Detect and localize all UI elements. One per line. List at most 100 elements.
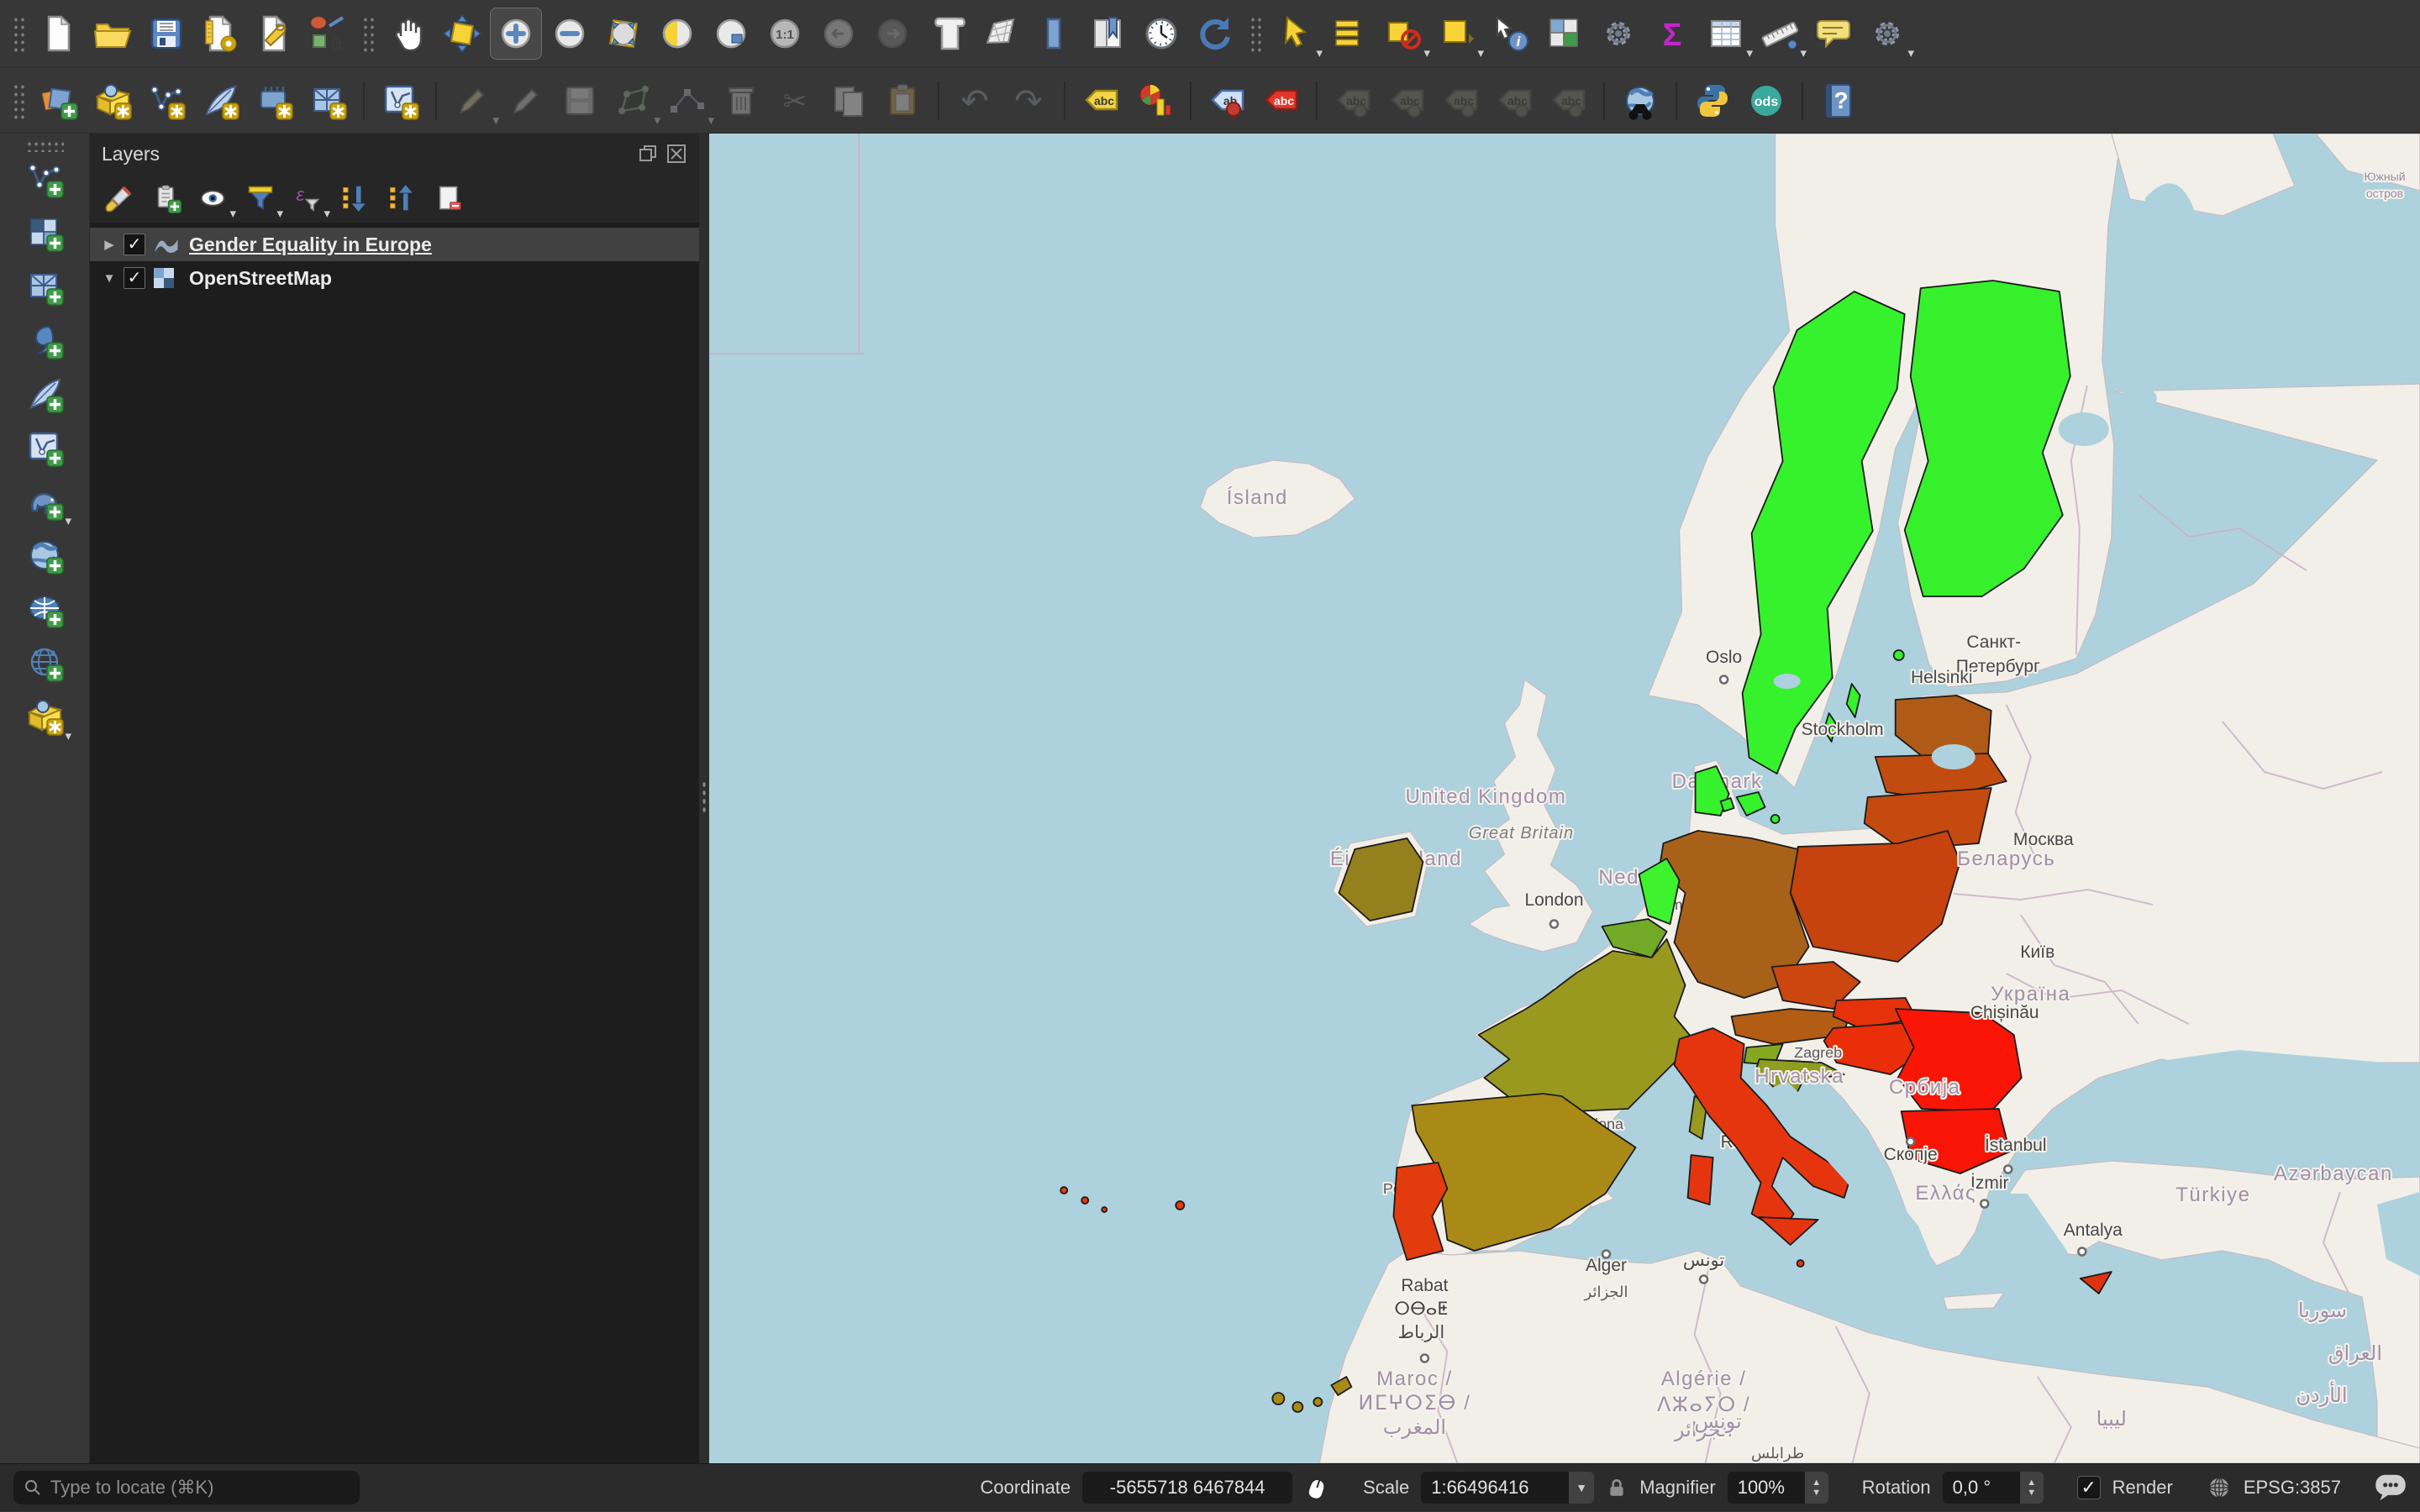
layer-row-1[interactable]: ▼✓OpenStreetMap xyxy=(90,261,699,295)
filter-legend-button[interactable]: ▾ xyxy=(239,176,282,220)
panel-splitter[interactable] xyxy=(699,134,709,1463)
layer-styling-button[interactable] xyxy=(97,176,141,220)
new-temporary-scratch-layer-button[interactable] xyxy=(194,75,246,127)
data-source-manager-button[interactable] xyxy=(33,75,85,127)
layer-diagram-button[interactable] xyxy=(1128,75,1181,127)
new-geopackage-layer-button[interactable] xyxy=(87,75,139,127)
new-3d-map-view-button[interactable] xyxy=(974,8,1026,60)
save-project-button[interactable] xyxy=(140,8,192,60)
magnifier-spinner[interactable]: 100% ▲▼ xyxy=(1728,1472,1828,1504)
paste-features-button[interactable] xyxy=(876,75,929,127)
show-layout-manager-button[interactable] xyxy=(248,8,300,60)
lock-icon[interactable] xyxy=(1606,1475,1628,1500)
layer-row-0[interactable]: ▶✓Gender Equality in Europe xyxy=(90,228,699,261)
add-mesh-layer-button[interactable] xyxy=(18,260,71,312)
feature-action-button[interactable] xyxy=(1592,8,1644,60)
messages-icon[interactable] xyxy=(2375,1473,2407,1502)
new-virtual-layer-button[interactable] xyxy=(248,75,300,127)
pan-to-selection-button[interactable] xyxy=(436,8,488,60)
new-map-view-button[interactable] xyxy=(920,8,972,60)
select-all-button[interactable]: ▾ xyxy=(1431,8,1483,60)
select-features-button[interactable]: ▾ xyxy=(1270,8,1322,60)
show-statistics-button[interactable]: Σ xyxy=(1646,8,1698,60)
render-checkbox[interactable]: ✓ xyxy=(2077,1476,2101,1499)
add-wfs-layer-button[interactable] xyxy=(18,637,71,689)
new-project-button[interactable] xyxy=(33,8,85,60)
pan-map-button[interactable] xyxy=(382,8,434,60)
locate-input[interactable]: Type to locate (⌘K) xyxy=(13,1471,360,1504)
show-spatial-bookmarks-button[interactable] xyxy=(1081,8,1134,60)
new-mesh-layer-button[interactable] xyxy=(302,75,354,127)
add-group-button[interactable] xyxy=(145,176,188,220)
save-edits-button[interactable] xyxy=(554,75,606,127)
help-button[interactable]: ? xyxy=(1812,75,1865,127)
float-panel-button[interactable] xyxy=(637,143,659,165)
map-tips-button[interactable] xyxy=(1807,8,1860,60)
zoom-in-button[interactable] xyxy=(490,8,542,60)
current-edits-button[interactable]: ▾ xyxy=(446,75,498,127)
change-label-button[interactable]: abc xyxy=(1542,75,1594,127)
temporal-controller-button[interactable] xyxy=(1135,8,1187,60)
add-delimited-text-layer-button[interactable] xyxy=(18,314,71,366)
undo-button[interactable]: ↶ xyxy=(949,75,1001,127)
filter-by-expression-button[interactable]: ε▾ xyxy=(286,176,329,220)
identify-features-button[interactable]: i xyxy=(1485,8,1537,60)
zoom-last-button[interactable] xyxy=(813,8,865,60)
pin-labels-button[interactable]: ab xyxy=(1201,75,1253,127)
new-geopackage-button[interactable]: ▾ xyxy=(18,690,71,743)
layer-labeling-button[interactable]: abc xyxy=(1075,75,1127,127)
deselect-features-button[interactable]: ▾ xyxy=(1377,8,1429,60)
rotate-label-button[interactable]: abc xyxy=(1488,75,1540,127)
layer-checkbox[interactable]: ✓ xyxy=(124,234,145,255)
options-button[interactable]: ▾ xyxy=(1861,8,1913,60)
redo-button[interactable]: ↷ xyxy=(1002,75,1055,127)
expand-all-button[interactable] xyxy=(333,176,376,220)
layer-label[interactable]: Gender Equality in Europe xyxy=(189,234,432,256)
map-canvas[interactable]: Éire / IrelandDanmarkNederlandHamburgBer… xyxy=(709,134,2420,1463)
coordinate-input[interactable]: -5655718 6467844 xyxy=(1082,1472,1292,1504)
refresh-map-button[interactable] xyxy=(1189,8,1241,60)
cut-features-button[interactable]: ✂ xyxy=(769,75,821,127)
add-vector-layer-button[interactable] xyxy=(18,153,71,205)
add-virtual-layer-button[interactable] xyxy=(18,422,71,474)
copy-features-button[interactable] xyxy=(823,75,875,127)
layer-label[interactable]: OpenStreetMap xyxy=(189,267,332,290)
new-print-layout-button[interactable] xyxy=(194,8,246,60)
measure-button[interactable]: ▾ xyxy=(1754,8,1806,60)
crs-globe-icon[interactable] xyxy=(2207,1475,2232,1500)
style-manager-button[interactable]: a xyxy=(302,8,354,60)
crs-value[interactable]: EPSG:3857 xyxy=(2244,1477,2341,1499)
statistical-summary-button[interactable] xyxy=(1539,8,1591,60)
python-console-button[interactable] xyxy=(1686,75,1739,127)
add-raster-layer-button[interactable] xyxy=(18,207,71,259)
zoom-full-button[interactable] xyxy=(597,8,650,60)
new-spatial-bookmark-button[interactable] xyxy=(1028,8,1080,60)
extents-toggle-icon[interactable] xyxy=(1304,1473,1329,1502)
move-label-diagram-button[interactable]: abc xyxy=(1434,75,1486,127)
collapse-all-button[interactable] xyxy=(380,176,424,220)
zoom-next-button[interactable] xyxy=(866,8,918,60)
zoom-native-button[interactable]: 1:1 xyxy=(759,8,811,60)
rotation-spinner[interactable]: 0,0 ° ▲▼ xyxy=(1943,1472,2044,1504)
new-gpx-layer-button[interactable] xyxy=(374,75,426,127)
new-shapefile-layer-button[interactable] xyxy=(140,75,192,127)
add-spatialite-layer-button[interactable] xyxy=(18,368,71,420)
vertex-tool-button[interactable]: ▾ xyxy=(661,75,713,127)
move-label-button[interactable]: abc xyxy=(1327,75,1379,127)
manage-map-themes-button[interactable]: ▾ xyxy=(192,176,235,220)
remove-layer-button[interactable] xyxy=(427,176,471,220)
metasearch-button[interactable] xyxy=(1614,75,1666,127)
add-postgis-layer-button[interactable]: ▾ xyxy=(18,475,71,528)
close-panel-button[interactable] xyxy=(666,143,687,165)
add-wms-layer-button[interactable] xyxy=(18,529,71,581)
zoom-to-layer-button[interactable] xyxy=(705,8,757,60)
attribute-table-button[interactable]: ▾ xyxy=(1700,8,1752,60)
ods-plugin-button[interactable]: ods xyxy=(1740,75,1792,127)
zoom-out-button[interactable] xyxy=(544,8,596,60)
delete-selected-button[interactable] xyxy=(715,75,767,127)
add-wcs-layer-button[interactable] xyxy=(18,583,71,635)
digitize-button[interactable]: ▾ xyxy=(608,75,660,127)
scale-combobox[interactable]: 1:66496416 ▼ xyxy=(1421,1472,1594,1504)
layer-expander[interactable]: ▼ xyxy=(97,271,122,286)
highlight-pinned-labels-button[interactable]: abc xyxy=(1255,75,1307,127)
